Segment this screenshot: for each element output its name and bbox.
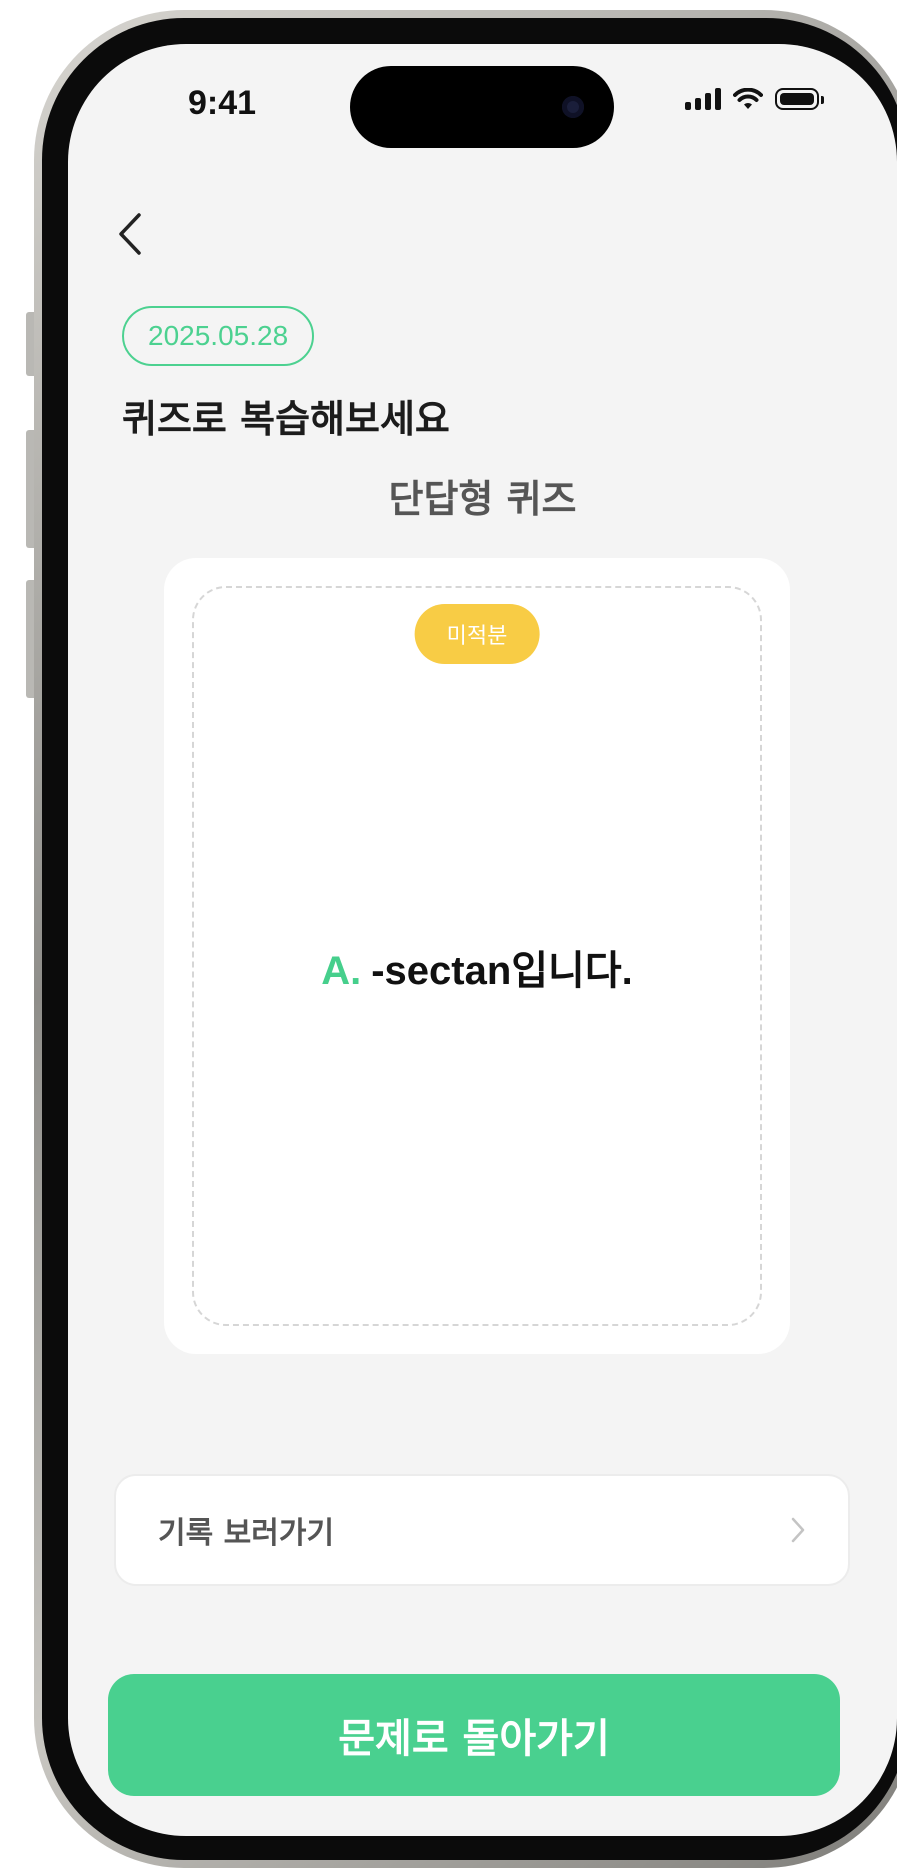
chevron-right-icon: [791, 1517, 805, 1543]
subject-tag: 미적분: [414, 604, 540, 664]
answer-body: -sectan입니다.: [371, 949, 633, 993]
wifi-icon: [733, 88, 763, 109]
view-history-row[interactable]: 기록 보러가기: [114, 1474, 850, 1586]
app-screen: 9:41 2025.05.28 퀴즈로 복습해보세요 단답형 퀴즈 미적분 A.…: [68, 44, 897, 1836]
answer-prefix: A.: [321, 949, 362, 993]
card-dashed-border: 미적분 A. -sectan입니다.: [192, 586, 762, 1326]
status-time: 9:41: [188, 84, 257, 122]
battery-icon: [775, 88, 824, 110]
view-history-label: 기록 보러가기: [158, 1516, 335, 1551]
page-title: 퀴즈로 복습해보세요: [122, 397, 450, 441]
quiz-answer-card: 미적분 A. -sectan입니다.: [164, 558, 790, 1354]
action-button: [26, 312, 34, 376]
front-camera-icon: [562, 96, 584, 118]
volume-down-button: [26, 580, 34, 698]
volume-up-button: [26, 430, 34, 548]
status-icons: [685, 88, 824, 110]
chevron-left-icon: [119, 213, 141, 255]
dynamic-island: [350, 66, 614, 148]
quiz-type-label: 단답형 퀴즈: [388, 477, 577, 521]
cellular-signal-icon: [685, 88, 721, 110]
date-badge: 2025.05.28: [122, 306, 315, 366]
answer-text: A. -sectan입니다.: [194, 938, 760, 996]
back-button[interactable]: [110, 204, 150, 264]
back-to-questions-button[interactable]: 문제로 돌아가기: [108, 1674, 840, 1796]
